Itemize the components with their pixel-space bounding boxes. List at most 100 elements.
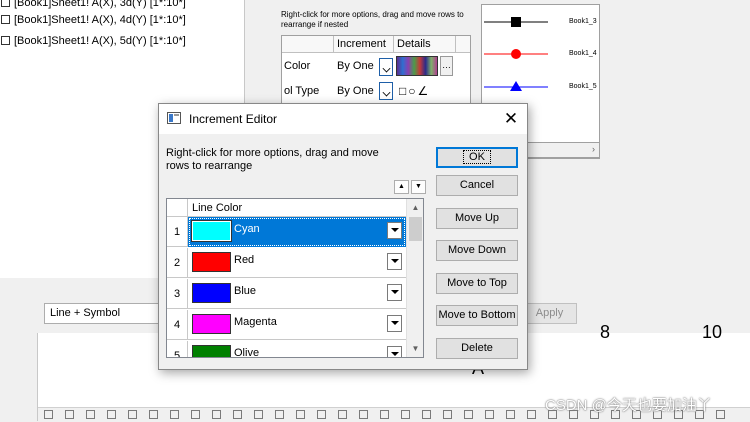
grid-corner [282, 36, 334, 53]
toolbar-icon[interactable] [149, 410, 158, 419]
chevron-down-icon[interactable] [379, 82, 393, 100]
chevron-down-icon[interactable] [387, 253, 402, 270]
toolbar-icon[interactable] [443, 410, 452, 419]
move-up-arrow-button[interactable]: ▲ [394, 180, 409, 194]
color-cell[interactable]: Magenta [188, 310, 406, 340]
color-name: Magenta [234, 316, 277, 328]
cancel-button[interactable]: Cancel [436, 175, 518, 196]
move-to-bottom-button[interactable]: Move to Bottom [436, 305, 518, 326]
color-cell[interactable]: Cyan [188, 217, 406, 247]
chevron-down-icon[interactable] [387, 284, 402, 301]
apply-button[interactable]: Apply [522, 303, 577, 324]
color-name: Blue [234, 285, 257, 297]
checkbox-icon[interactable] [1, 36, 10, 45]
toolbar-icon[interactable] [170, 410, 179, 419]
scroll-up-icon[interactable] [456, 36, 470, 53]
row-number: 3 [167, 279, 188, 309]
scroll-up-icon[interactable]: ▲ [407, 199, 423, 216]
toolbar-icon[interactable] [359, 410, 368, 419]
color-name: Red [234, 254, 255, 266]
tree-item[interactable]: [Book1]Sheet1! A(X), 4d(Y) [1*:10*] [0, 11, 186, 29]
more-icon[interactable]: … [440, 56, 453, 76]
color-swatch [192, 221, 231, 241]
grid-vertical-scrollbar[interactable]: ▲ ▼ [406, 199, 423, 357]
tree-item[interactable]: [Book1]Sheet1! A(X), 5d(Y) [1*:10*] [0, 32, 186, 50]
toolbar-icon[interactable] [191, 410, 200, 419]
column-header-details: Details [394, 36, 456, 53]
increment-editor-dialog: Increment Editor ✕ Right-click for more … [158, 103, 528, 370]
toolbar-icon[interactable] [212, 410, 221, 419]
toolbar-icon[interactable] [317, 410, 326, 419]
scrollbar-thumb[interactable] [409, 217, 422, 241]
toolbar-icon[interactable] [107, 410, 116, 419]
toolbar-icon[interactable] [296, 410, 305, 419]
legend-label: Book1_5 [569, 83, 597, 90]
dialog-info-text: Right-click for more options, drag and m… [166, 147, 379, 172]
grid-corner [167, 199, 188, 217]
checkbox-icon[interactable] [1, 0, 10, 7]
toolbar-icon[interactable] [716, 410, 725, 419]
color-swatch [192, 345, 231, 357]
move-down-arrow-button[interactable]: ▼ [411, 180, 426, 194]
row-number: 2 [167, 248, 188, 278]
column-header-increment: Increment [334, 36, 394, 53]
toolbar-icon[interactable] [506, 410, 515, 419]
toolbar-icon[interactable] [65, 410, 74, 419]
color-name: Olive [234, 347, 260, 358]
delete-button[interactable]: Delete [436, 338, 518, 359]
color-cell[interactable]: Olive [188, 341, 406, 358]
checkbox-icon[interactable] [1, 15, 10, 24]
toolbar-icon[interactable] [275, 410, 284, 419]
color-name: Cyan [234, 223, 260, 235]
toolbar-icon[interactable] [254, 410, 263, 419]
list-item[interactable]: 3 Blue [167, 279, 406, 309]
background-info-text: Right-click for more options, drag and m… [281, 10, 464, 29]
line-color-grid: Line Color 1 Cyan 2 Red 3 Blue 4 Magenta… [166, 198, 424, 358]
ok-button[interactable]: OK [436, 147, 518, 168]
toolbar-icon[interactable] [128, 410, 137, 419]
close-button[interactable]: ✕ [495, 104, 527, 134]
toolbar-icon[interactable] [401, 410, 410, 419]
dialog-title: Increment Editor [189, 112, 278, 126]
row-number: 4 [167, 310, 188, 340]
color-cell[interactable]: Red [188, 248, 406, 278]
toolbar-icon[interactable] [527, 410, 536, 419]
toolbar-icon[interactable] [422, 410, 431, 419]
chevron-down-icon[interactable] [387, 222, 402, 239]
list-item[interactable]: 2 Red [167, 248, 406, 278]
triangle-symbol-icon [510, 81, 522, 91]
left-toolbar-strip [0, 333, 38, 421]
color-swatch [192, 252, 231, 272]
toolbar-icon[interactable] [44, 410, 53, 419]
shape-list-icon[interactable]: □○∠ [399, 84, 430, 98]
chevron-down-icon[interactable] [387, 315, 402, 332]
toolbar-icon[interactable] [338, 410, 347, 419]
color-swatch [192, 283, 231, 303]
move-down-button[interactable]: Move Down [436, 240, 518, 261]
axis-tick-label: 8 [600, 322, 611, 342]
move-to-top-button[interactable]: Move to Top [436, 273, 518, 294]
chevron-down-icon[interactable] [379, 58, 393, 76]
watermark: CSDN @今天也要加油丫 [545, 397, 712, 414]
list-item[interactable]: 1 Cyan [167, 217, 406, 247]
list-item[interactable]: 5 Olive [167, 341, 406, 358]
color-cell[interactable]: Blue [188, 279, 406, 309]
toolbar-icon[interactable] [485, 410, 494, 419]
color-list-swatch[interactable] [396, 56, 438, 76]
list-item[interactable]: 4 Magenta [167, 310, 406, 340]
square-symbol-icon [511, 17, 521, 27]
color-swatch [192, 314, 231, 334]
toolbar-icon[interactable] [464, 410, 473, 419]
toolbar-icon[interactable] [86, 410, 95, 419]
scroll-down-icon[interactable]: ▼ [407, 340, 423, 357]
column-header-line-color: Line Color [188, 199, 406, 217]
scroll-right-icon[interactable]: › [592, 144, 595, 154]
axis-tick-label: 10 [702, 322, 723, 342]
legend-label: Book1_4 [569, 50, 597, 57]
toolbar-icon[interactable] [380, 410, 389, 419]
legend-label: Book1_3 [569, 18, 597, 25]
chevron-down-icon[interactable] [387, 346, 402, 357]
move-up-button[interactable]: Move Up [436, 208, 518, 229]
toolbar-icon[interactable] [233, 410, 242, 419]
dialog-titlebar[interactable]: Increment Editor ✕ [159, 104, 527, 134]
